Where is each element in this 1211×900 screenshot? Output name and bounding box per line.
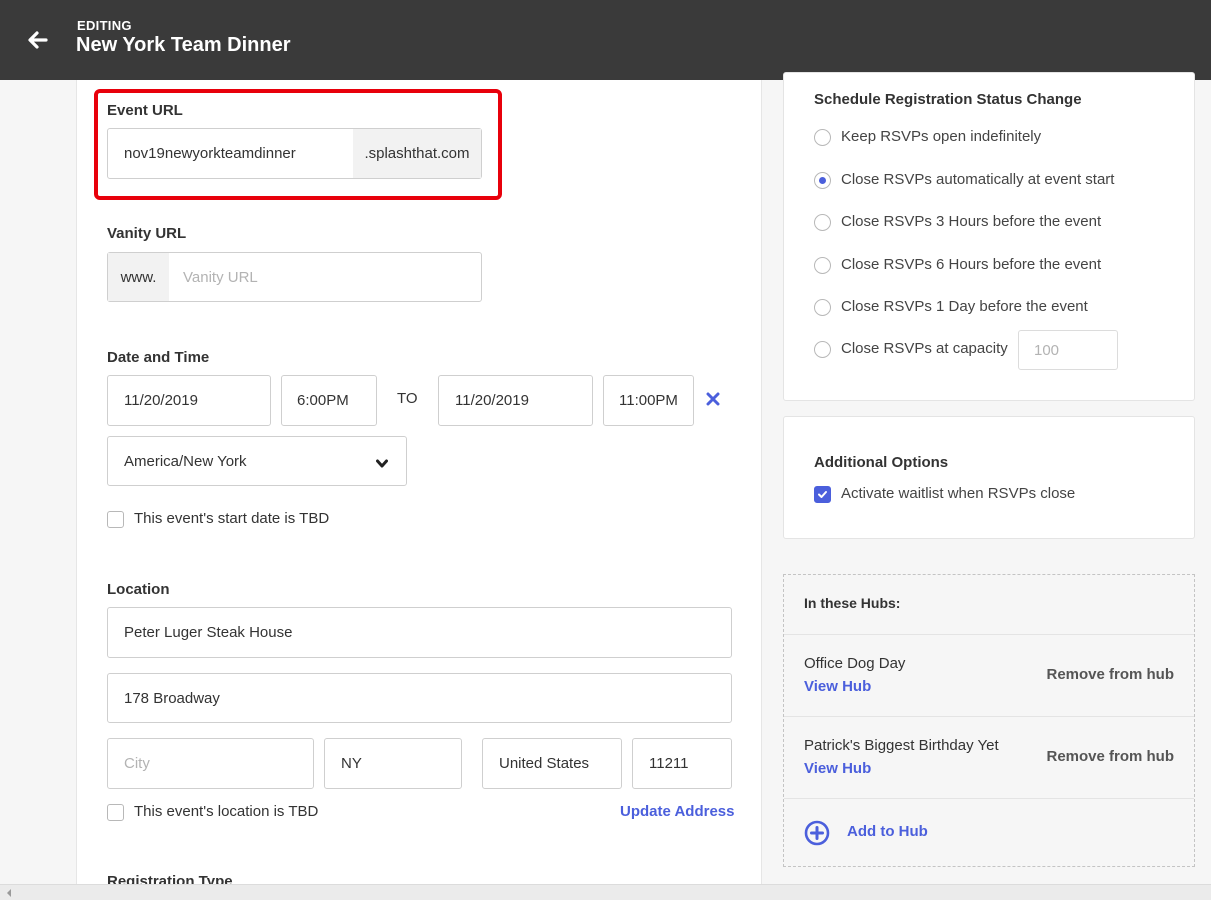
- additional-options-title: Additional Options: [814, 454, 949, 471]
- remove-from-hub-button[interactable]: Remove from hub: [1046, 666, 1174, 683]
- radio-close-1-day[interactable]: [814, 299, 831, 316]
- event-url-label: Event URL: [107, 102, 183, 119]
- view-hub-link[interactable]: View Hub: [804, 760, 871, 777]
- radio-label: Keep RSVPs open indefinitely: [841, 128, 1042, 145]
- schedule-card: Schedule Registration Status Change Keep…: [783, 72, 1195, 401]
- add-to-hub-row[interactable]: Add to Hub: [784, 798, 1194, 867]
- zip-input[interactable]: 11211: [632, 738, 732, 789]
- country-input[interactable]: United States: [482, 738, 622, 789]
- timezone-value: America/New York: [124, 452, 247, 470]
- event-url-value: nov19newyorkteamdinner: [124, 145, 296, 162]
- capacity-input[interactable]: 100: [1018, 330, 1118, 370]
- plus-circle-icon: [804, 820, 830, 846]
- vanity-url-label: Vanity URL: [107, 225, 187, 242]
- city-input[interactable]: City: [107, 738, 314, 789]
- hubs-title: In these Hubs:: [804, 595, 901, 611]
- scroll-left-icon[interactable]: [4, 887, 14, 899]
- event-details-panel: Event URL nov19newyorkteamdinner .splash…: [76, 80, 762, 884]
- top-bar: EDITING New York Team Dinner: [0, 0, 1211, 80]
- remove-from-hub-button[interactable]: Remove from hub: [1046, 748, 1174, 765]
- address-input[interactable]: 178 Broadway: [107, 673, 732, 723]
- radio-keep-open[interactable]: [814, 129, 831, 146]
- state-input[interactable]: NY: [324, 738, 462, 789]
- schedule-title: Schedule Registration Status Change: [814, 91, 1082, 108]
- registration-type-label: Registration Type: [107, 873, 233, 884]
- radio-label: Close RSVPs 6 Hours before the event: [841, 256, 1102, 273]
- zip-value: 11211: [649, 755, 689, 772]
- address-value: 178 Broadway: [124, 689, 220, 707]
- editing-label: EDITING: [77, 18, 132, 33]
- radio-label: Close RSVPs 3 Hours before the event: [841, 213, 1102, 230]
- hub-name: Office Dog Day: [804, 655, 906, 672]
- chevron-down-icon: [376, 456, 388, 468]
- date-time-label: Date and Time: [107, 349, 210, 366]
- city-placeholder: City: [124, 755, 150, 772]
- additional-options-card: Additional Options Activate waitlist whe…: [783, 416, 1195, 539]
- timezone-select[interactable]: America/New York: [107, 436, 407, 486]
- radio-label: Close RSVPs at capacity: [841, 340, 1008, 357]
- location-label: Location: [107, 581, 170, 598]
- state-value: NY: [341, 755, 362, 772]
- start-time-value: 6:00PM: [297, 392, 349, 409]
- start-date-input[interactable]: 11/20/2019: [107, 375, 271, 426]
- location-tbd-checkbox[interactable]: [107, 804, 124, 821]
- hubs-panel: In these Hubs: Office Dog Day View Hub R…: [783, 574, 1195, 867]
- end-date-input[interactable]: 11/20/2019: [438, 375, 593, 426]
- waitlist-label: Activate waitlist when RSVPs close: [841, 485, 1076, 502]
- to-label: TO: [397, 390, 418, 407]
- radio-close-6-hours[interactable]: [814, 257, 831, 274]
- start-date-tbd-checkbox[interactable]: [107, 511, 124, 528]
- start-date-tbd-label: This event's start date is TBD: [134, 510, 330, 527]
- hub-name: Patrick's Biggest Birthday Yet: [804, 737, 999, 754]
- radio-label: Close RSVPs 1 Day before the event: [841, 298, 1088, 315]
- add-to-hub-link[interactable]: Add to Hub: [847, 823, 928, 840]
- hub-row: Patrick's Biggest Birthday Yet View Hub …: [784, 716, 1194, 798]
- radio-label: Close RSVPs automatically at event start: [841, 171, 1115, 188]
- country-value: United States: [499, 755, 590, 772]
- checkmark-icon: [818, 491, 827, 498]
- radio-close-at-capacity[interactable]: [814, 341, 831, 358]
- end-time-input[interactable]: 11:00PM: [603, 375, 694, 426]
- venue-value: Peter Luger Steak House: [124, 624, 293, 641]
- start-time-input[interactable]: 6:00PM: [281, 375, 377, 426]
- location-tbd-label: This event's location is TBD: [134, 803, 319, 820]
- vanity-url-prefix: www.: [108, 253, 169, 301]
- venue-input[interactable]: Peter Luger Steak House: [107, 607, 732, 658]
- hub-row: Office Dog Day View Hub Remove from hub: [784, 634, 1194, 716]
- end-time-value: 11:00PM: [619, 392, 678, 409]
- horizontal-scrollbar[interactable]: [0, 884, 1211, 900]
- event-url-suffix: .splashthat.com: [353, 129, 481, 178]
- update-address-link[interactable]: Update Address: [620, 803, 734, 820]
- radio-close-3-hours[interactable]: [814, 214, 831, 231]
- page-title: New York Team Dinner: [76, 34, 291, 56]
- back-arrow-icon[interactable]: [24, 26, 52, 54]
- capacity-placeholder: 100: [1034, 341, 1060, 359]
- vanity-url-placeholder: Vanity URL: [183, 268, 258, 286]
- waitlist-checkbox[interactable]: [814, 486, 831, 503]
- radio-close-at-start[interactable]: [814, 172, 831, 189]
- end-date-value: 11/20/2019: [455, 392, 529, 409]
- start-date-value: 11/20/2019: [124, 392, 198, 409]
- clear-end-time-icon[interactable]: [706, 392, 720, 406]
- view-hub-link[interactable]: View Hub: [804, 678, 871, 695]
